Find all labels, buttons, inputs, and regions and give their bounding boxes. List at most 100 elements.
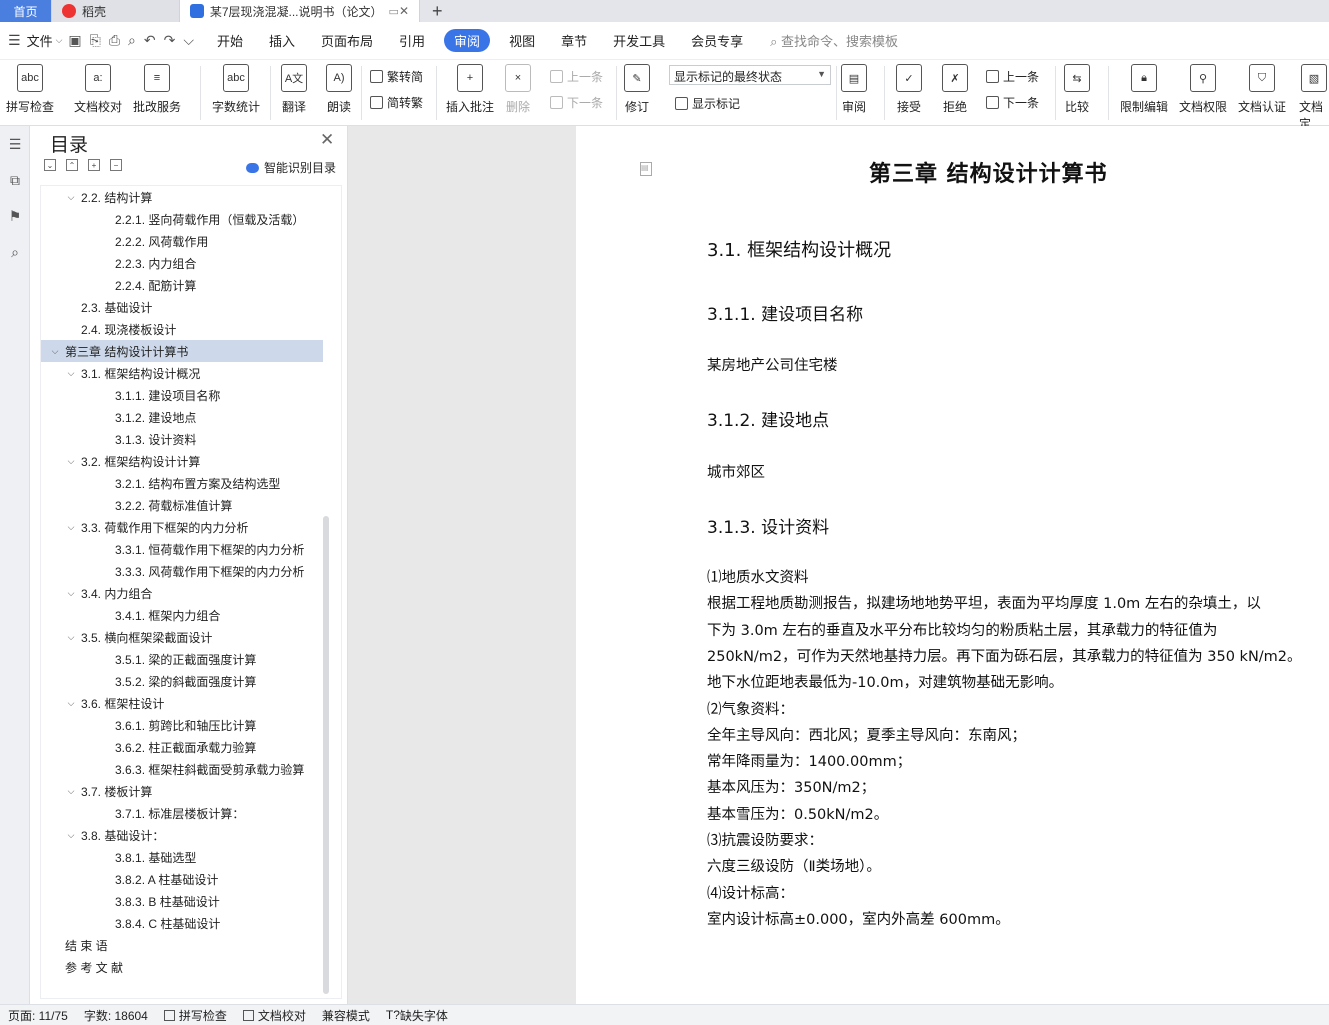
toc-item[interactable]: 参 考 文 献 <box>41 956 323 978</box>
toc-item[interactable]: 2.4. 现浇楼板设计 <box>41 318 323 340</box>
toc-item[interactable]: 3.6.2. 柱正截面承载力验算 <box>41 736 323 758</box>
menu-dev-tools[interactable]: 开发工具 <box>600 31 678 50</box>
tab-document[interactable]: 某7层现浇混凝...说明书（论文） ▭ ✕ <box>180 0 420 22</box>
chevron-down-icon[interactable]: ⌵ <box>49 346 61 357</box>
toc-item[interactable]: ⌵ 3.1. 框架结构设计概况 <box>41 362 323 384</box>
doc-cert-button[interactable]: ⛉ 文档认证 <box>1238 64 1286 115</box>
more-icon[interactable]: ⌵ <box>183 32 194 49</box>
word-count-indicator[interactable]: 字数: 18604 <box>76 1007 156 1024</box>
toc-item[interactable]: 3.7.1. 标准层楼板计算： <box>41 802 323 824</box>
smart-toc-button[interactable]: 智能识别目录 <box>246 159 336 176</box>
toc-item[interactable]: 2.2.4. 配筋计算 <box>41 274 323 296</box>
t2s-button[interactable]: 繁转简 <box>370 68 423 85</box>
accept-button[interactable]: ✓ 接受 <box>896 64 922 115</box>
reject-button[interactable]: ✗ 拒绝 <box>942 64 968 115</box>
toc-item[interactable]: ⌵ 第三章 结构设计计算书 <box>41 340 323 362</box>
compat-mode-indicator[interactable]: 兼容模式 <box>314 1007 378 1024</box>
toc-item[interactable]: 结 束 语 <box>41 934 323 956</box>
toc-item[interactable]: ⌵ 2.2. 结构计算 <box>41 186 323 208</box>
menu-start[interactable]: 开始 <box>204 31 256 50</box>
save-icon[interactable]: ▣ <box>68 32 81 49</box>
preview-icon[interactable]: ⌕ <box>128 32 136 49</box>
prev-change-button[interactable]: 上一条 <box>986 68 1039 85</box>
command-search[interactable]: ⌕ 查找命令、搜索模板 <box>770 31 898 50</box>
page-indicator[interactable]: 页面: 11/75 <box>0 1007 76 1024</box>
translate-button[interactable]: A文 翻译 <box>281 64 307 115</box>
chevron-down-icon[interactable]: ⌵ <box>65 632 77 643</box>
toc-item[interactable]: ⌵ 3.6. 框架柱设计 <box>41 692 323 714</box>
toc-panel-icon[interactable]: ☰ <box>0 126 30 162</box>
toc-item[interactable]: 3.2.2. 荷载标准值计算 <box>41 494 323 516</box>
insert-comment-button[interactable]: + 插入批注 <box>446 64 494 115</box>
menu-review[interactable]: 审阅 <box>444 29 491 52</box>
toc-item[interactable]: ⌵ 3.3. 荷载作用下框架的内力分析 <box>41 516 323 538</box>
float-window-icon[interactable]: ▭ <box>389 5 399 18</box>
chevron-down-icon[interactable]: ⌵ <box>56 35 63 46</box>
toc-item[interactable]: ⌵ 3.5. 横向框架梁截面设计 <box>41 626 323 648</box>
toc-item[interactable]: 3.1.1. 建设项目名称 <box>41 384 323 406</box>
toc-item[interactable]: ⌵ 3.8. 基础设计： <box>41 824 323 846</box>
status-doc-check[interactable]: 文档校对 <box>235 1007 314 1024</box>
tab-home[interactable]: 首页 <box>0 0 52 22</box>
status-spell-check[interactable]: 拼写检查 <box>156 1007 235 1024</box>
toc-item[interactable]: ⌵ 3.7. 楼板计算 <box>41 780 323 802</box>
doc-final-button[interactable]: ▧ 文档定 <box>1299 64 1329 132</box>
undo-icon[interactable]: ↶ <box>144 32 156 49</box>
toc-item[interactable]: 3.6.1. 剪跨比和轴压比计算 <box>41 714 323 736</box>
chevron-down-icon[interactable]: ⌵ <box>65 456 77 467</box>
toc-item[interactable]: 2.2.2. 风荷载作用 <box>41 230 323 252</box>
chevron-down-icon[interactable]: ⌵ <box>65 368 77 379</box>
page-menu-icon[interactable]: ▤ <box>640 162 652 176</box>
document-page[interactable]: ▤ 第三章 结构设计计算书 3.1. 框架结构设计概况 3.1.1. 建设项目名… <box>576 126 1329 1004</box>
chevron-down-icon[interactable]: ⌵ <box>65 522 77 533</box>
compare-button[interactable]: ⇆ 比较 <box>1064 64 1090 115</box>
toc-item[interactable]: 3.1.3. 设计资料 <box>41 428 323 450</box>
toc-item[interactable]: 2.2.1. 竖向荷载作用（恒载及活载） <box>41 208 323 230</box>
toc-item[interactable]: 3.8.3. B 柱基础设计 <box>41 890 323 912</box>
toc-item[interactable]: 3.3.1. 恒荷载作用下框架的内力分析 <box>41 538 323 560</box>
toc-item[interactable]: ⌵ 3.2. 框架结构设计计算 <box>41 450 323 472</box>
prev-comment-button[interactable]: 上一条 <box>550 68 603 85</box>
doc-check-button[interactable]: a: 文档校对 <box>74 64 122 115</box>
menu-reference[interactable]: 引用 <box>386 31 438 50</box>
spell-check-button[interactable]: abc 拼写检查 <box>6 64 54 115</box>
print-icon[interactable]: ⎙ <box>109 32 120 49</box>
tab-daoke[interactable]: 稻壳 <box>52 0 180 22</box>
expand-all-icon[interactable]: ⌃ <box>66 159 78 171</box>
close-tab-icon[interactable]: ✕ <box>399 4 409 18</box>
toc-item[interactable]: 3.5.1. 梁的正截面强度计算 <box>41 648 323 670</box>
bookmark-icon[interactable]: ⚑ <box>0 198 30 234</box>
chevron-down-icon[interactable]: ⌵ <box>65 830 77 841</box>
chevron-down-icon[interactable]: ⌵ <box>65 698 77 709</box>
delete-comment-button[interactable]: × 删除 <box>505 64 531 115</box>
markup-mode-select[interactable]: 显示标记的最终状态 ▼ <box>669 65 831 85</box>
show-markup-button[interactable]: 显示标记 <box>675 95 740 112</box>
menu-insert[interactable]: 插入 <box>256 31 308 50</box>
close-icon[interactable]: ✕ <box>320 130 334 150</box>
track-changes-button[interactable]: ✎ 修订 <box>624 64 650 115</box>
toc-item[interactable]: ⌵ 3.4. 内力组合 <box>41 582 323 604</box>
toc-scrollbar[interactable] <box>323 516 329 994</box>
toc-item[interactable]: 3.8.1. 基础选型 <box>41 846 323 868</box>
toc-item[interactable]: 2.2.3. 内力组合 <box>41 252 323 274</box>
add-heading-icon[interactable]: + <box>88 159 100 171</box>
toc-item[interactable]: 3.6.3. 框架柱斜截面受剪承载力验算 <box>41 758 323 780</box>
review-pane-button[interactable]: ▤ 审阅 <box>841 64 867 115</box>
batch-service-button[interactable]: ≡ 批改服务 <box>133 64 181 115</box>
find-icon[interactable]: ⌕ <box>0 234 30 270</box>
chevron-down-icon[interactable]: ⌵ <box>65 192 77 203</box>
next-change-button[interactable]: 下一条 <box>986 94 1039 111</box>
restrict-edit-button[interactable]: 🔒︎ 限制编辑 <box>1120 64 1168 115</box>
toc-item[interactable]: 3.1.2. 建设地点 <box>41 406 323 428</box>
toc-item[interactable]: 3.5.2. 梁的斜截面强度计算 <box>41 670 323 692</box>
nav-pane-icon[interactable]: ⧉ <box>0 162 30 198</box>
hamburger-icon[interactable]: ☰ <box>8 32 21 49</box>
toc-item[interactable]: 3.4.1. 框架内力组合 <box>41 604 323 626</box>
chevron-down-icon[interactable]: ⌵ <box>65 588 77 599</box>
s2t-button[interactable]: 简转繁 <box>370 94 423 111</box>
doc-permission-button[interactable]: ⚲ 文档权限 <box>1179 64 1227 115</box>
toc-item[interactable]: 3.8.2. A 柱基础设计 <box>41 868 323 890</box>
next-comment-button[interactable]: 下一条 <box>550 94 603 111</box>
new-tab-button[interactable]: + <box>420 0 455 22</box>
chevron-down-icon[interactable]: ⌵ <box>65 786 77 797</box>
